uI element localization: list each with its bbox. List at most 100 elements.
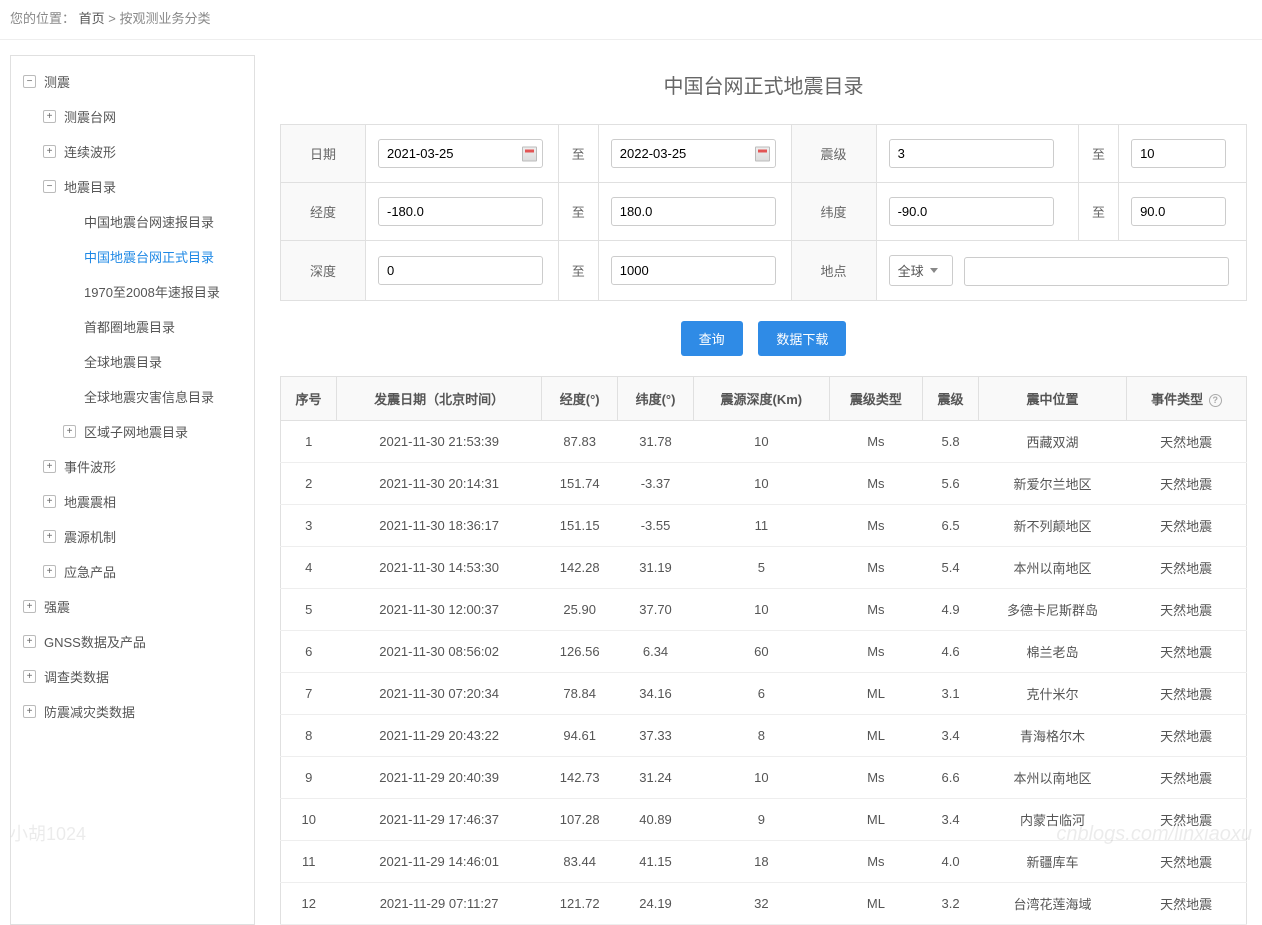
table-row[interactable]: 92021-11-29 20:40:39142.7331.2410Ms6.6本州…	[281, 757, 1247, 799]
magnitude-to-input[interactable]	[1131, 139, 1226, 168]
table-cell: 2021-11-30 08:56:02	[336, 631, 541, 673]
table-row[interactable]: 52021-11-30 12:00:3725.9037.7010Ms4.9多德卡…	[281, 589, 1247, 631]
table-cell: 台湾花莲海域	[979, 883, 1127, 925]
date-from-input[interactable]	[378, 139, 543, 168]
location-select[interactable]: 全球	[889, 255, 953, 286]
table-header: 震级	[923, 377, 979, 421]
table-cell: 天然地震	[1126, 505, 1246, 547]
table-cell: 4.0	[923, 841, 979, 883]
sidebar-item[interactable]: +震源机制	[11, 519, 254, 554]
sidebar: − 测震 +测震台网+连续波形−地震目录中国地震台网速报目录中国地震台网正式目录…	[10, 55, 255, 925]
sidebar-item[interactable]: +强震	[11, 589, 254, 624]
table-row[interactable]: 12021-11-30 21:53:3987.8331.7810Ms5.8西藏双…	[281, 421, 1247, 463]
expand-icon[interactable]: +	[63, 425, 76, 438]
expand-icon[interactable]: +	[43, 145, 56, 158]
table-row[interactable]: 32021-11-30 18:36:17151.15-3.5511Ms6.5新不…	[281, 505, 1247, 547]
table-cell: 8	[693, 715, 829, 757]
table-cell: 31.19	[618, 547, 694, 589]
expand-icon[interactable]: +	[23, 635, 36, 648]
info-icon[interactable]: ?	[1209, 394, 1222, 407]
table-cell: 多德卡尼斯群岛	[979, 589, 1127, 631]
longitude-to-input[interactable]	[611, 197, 776, 226]
table-cell: 天然地震	[1126, 463, 1246, 505]
sidebar-item[interactable]: 全球地震灾害信息目录	[11, 379, 254, 414]
label-date: 日期	[281, 125, 366, 183]
table-cell: 31.78	[618, 421, 694, 463]
sidebar-item[interactable]: 全球地震目录	[11, 344, 254, 379]
table-cell: 内蒙古临河	[979, 799, 1127, 841]
expand-icon[interactable]: +	[43, 495, 56, 508]
collapse-icon[interactable]: −	[43, 180, 56, 193]
table-cell: 2021-11-30 18:36:17	[336, 505, 541, 547]
table-row[interactable]: 42021-11-30 14:53:30142.2831.195Ms5.4本州以…	[281, 547, 1247, 589]
download-button[interactable]: 数据下载	[758, 321, 846, 356]
query-button[interactable]: 查询	[681, 321, 743, 356]
table-cell: 37.70	[618, 589, 694, 631]
expand-icon[interactable]: +	[43, 530, 56, 543]
table-cell: Ms	[829, 505, 922, 547]
sidebar-item[interactable]: 中国地震台网正式目录	[11, 239, 254, 274]
table-cell: 4.6	[923, 631, 979, 673]
table-row[interactable]: 22021-11-30 20:14:31151.74-3.3710Ms5.6新爱…	[281, 463, 1247, 505]
table-cell: 2021-11-29 17:46:37	[336, 799, 541, 841]
sidebar-item[interactable]: +测震台网	[11, 99, 254, 134]
table-cell: 78.84	[542, 673, 618, 715]
date-to-input[interactable]	[611, 139, 776, 168]
expand-icon[interactable]: +	[23, 670, 36, 683]
location-text-input[interactable]	[964, 257, 1229, 286]
expand-icon[interactable]: +	[43, 565, 56, 578]
table-cell: 新疆库车	[979, 841, 1127, 883]
table-cell: 2021-11-29 14:46:01	[336, 841, 541, 883]
table-cell: 6	[281, 631, 337, 673]
table-cell: 2021-11-30 12:00:37	[336, 589, 541, 631]
breadcrumb-home[interactable]: 首页	[79, 11, 105, 26]
table-cell: 34.16	[618, 673, 694, 715]
sidebar-item[interactable]: +区域子网地震目录	[11, 414, 254, 449]
table-row[interactable]: 112021-11-29 14:46:0183.4441.1518Ms4.0新疆…	[281, 841, 1247, 883]
magnitude-from-input[interactable]	[889, 139, 1054, 168]
table-cell: -3.55	[618, 505, 694, 547]
expand-icon[interactable]: +	[43, 110, 56, 123]
table-cell: 新不列颠地区	[979, 505, 1127, 547]
table-cell: 8	[281, 715, 337, 757]
sidebar-item[interactable]: +应急产品	[11, 554, 254, 589]
table-row[interactable]: 62021-11-30 08:56:02126.566.3460Ms4.6棉兰老…	[281, 631, 1247, 673]
sidebar-item[interactable]: +连续波形	[11, 134, 254, 169]
latitude-from-input[interactable]	[889, 197, 1054, 226]
expand-icon[interactable]: +	[23, 705, 36, 718]
tree-root[interactable]: − 测震	[11, 64, 254, 99]
table-cell: 3.2	[923, 883, 979, 925]
collapse-icon[interactable]: −	[23, 75, 36, 88]
sidebar-item[interactable]: 1970至2008年速报目录	[11, 274, 254, 309]
sidebar-item[interactable]: 中国地震台网速报目录	[11, 204, 254, 239]
table-row[interactable]: 82021-11-29 20:43:2294.6137.338ML3.4青海格尔…	[281, 715, 1247, 757]
table-cell: 5.8	[923, 421, 979, 463]
sidebar-item[interactable]: +调查类数据	[11, 659, 254, 694]
table-cell: 天然地震	[1126, 547, 1246, 589]
depth-to-input[interactable]	[611, 256, 776, 285]
label-location: 地点	[791, 241, 876, 301]
expand-icon[interactable]: +	[23, 600, 36, 613]
depth-from-input[interactable]	[378, 256, 543, 285]
latitude-to-input[interactable]	[1131, 197, 1226, 226]
sidebar-item[interactable]: −地震目录	[11, 169, 254, 204]
table-cell: Ms	[829, 631, 922, 673]
table-row[interactable]: 102021-11-29 17:46:37107.2840.899ML3.4内蒙…	[281, 799, 1247, 841]
table-row[interactable]: 122021-11-29 07:11:27121.7224.1932ML3.2台…	[281, 883, 1247, 925]
table-row[interactable]: 72021-11-30 07:20:3478.8434.166ML3.1克什米尔…	[281, 673, 1247, 715]
table-cell: 天然地震	[1126, 631, 1246, 673]
sidebar-item[interactable]: +事件波形	[11, 449, 254, 484]
table-cell: Ms	[829, 547, 922, 589]
page-title: 中国台网正式地震目录	[280, 70, 1247, 99]
sidebar-item[interactable]: +地震震相	[11, 484, 254, 519]
sidebar-item[interactable]: 首都圈地震目录	[11, 309, 254, 344]
table-cell: 24.19	[618, 883, 694, 925]
longitude-from-input[interactable]	[378, 197, 543, 226]
table-header: 序号	[281, 377, 337, 421]
table-cell: 32	[693, 883, 829, 925]
expand-icon[interactable]: +	[43, 460, 56, 473]
sidebar-item[interactable]: +GNSS数据及产品	[11, 624, 254, 659]
sidebar-item[interactable]: +防震减灾类数据	[11, 694, 254, 729]
table-header: 震源深度(Km)	[693, 377, 829, 421]
table-cell: 天然地震	[1126, 799, 1246, 841]
